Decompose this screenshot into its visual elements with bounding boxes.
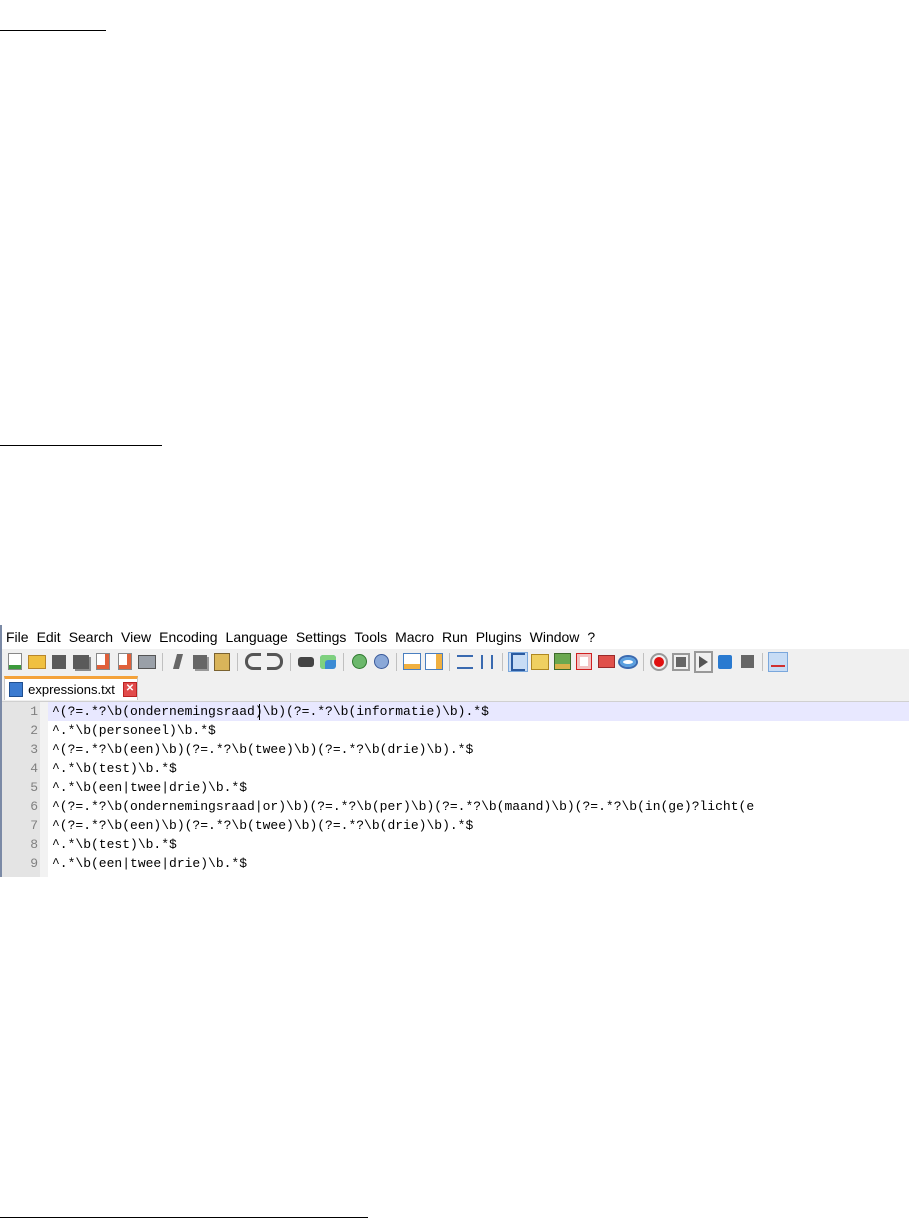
open-file-icon[interactable]: [27, 652, 47, 672]
editor-pane[interactable]: 1 ^(?=.*?\b(ondernemingsraad)\b)(?=.*?\b…: [2, 702, 909, 877]
code-line[interactable]: 2 ^.*\b(personeel)\b.*$: [30, 721, 909, 740]
menu-bar: File Edit Search View Encoding Language …: [2, 625, 909, 649]
line-text: ^.*\b(test)\b.*$: [52, 761, 177, 776]
paste-icon[interactable]: [212, 652, 232, 672]
underline-rule-top: [0, 30, 106, 31]
word-wrap-icon[interactable]: [455, 652, 475, 672]
toolbar-separator: [762, 652, 763, 671]
function-list-icon[interactable]: [574, 652, 594, 672]
playback-macro-icon[interactable]: [693, 650, 713, 673]
line-number: 1: [30, 704, 38, 719]
record-macro-icon[interactable]: [649, 652, 669, 672]
run-macro-multiple-icon[interactable]: [715, 652, 735, 672]
line-number: 9: [30, 856, 38, 871]
close-icon[interactable]: [93, 652, 113, 672]
menu-encoding[interactable]: Encoding: [159, 629, 217, 645]
toolbar-separator: [237, 652, 238, 671]
save-macro-icon[interactable]: [737, 652, 757, 672]
line-text: ^.*\b(een|twee|drie)\b.*$: [52, 780, 248, 795]
line-text: ^(?=.*?\b(ondernemingsraad)\b)(?=.*?\b(i…: [52, 704, 489, 719]
copy-icon[interactable]: [190, 652, 210, 672]
menu-macro[interactable]: Macro: [395, 629, 434, 645]
menu-language[interactable]: Language: [226, 629, 288, 645]
toolbar-separator: [396, 652, 397, 671]
user-language-icon[interactable]: [530, 652, 550, 672]
document-map-icon[interactable]: [552, 652, 572, 672]
close-tab-button[interactable]: ✕: [122, 682, 137, 697]
undo-icon[interactable]: [243, 652, 263, 672]
find-icon[interactable]: [296, 652, 316, 672]
close-all-icon[interactable]: [115, 652, 135, 672]
print-icon[interactable]: [137, 652, 157, 672]
folder-as-workspace-icon[interactable]: [596, 652, 616, 672]
code-area[interactable]: 1 ^(?=.*?\b(ondernemingsraad)\b)(?=.*?\b…: [30, 702, 909, 873]
menu-run[interactable]: Run: [442, 629, 468, 645]
code-line[interactable]: 6 ^(?=.*?\b(ondernemingsraad|or)\b)(?=.*…: [30, 797, 909, 816]
line-number: 2: [30, 723, 38, 738]
toolbar-separator: [162, 652, 163, 671]
tab-expressions-txt[interactable]: expressions.txt ✕: [4, 676, 138, 700]
zoom-out-icon[interactable]: [371, 652, 391, 672]
zoom-in-icon[interactable]: [349, 652, 369, 672]
replace-icon[interactable]: [318, 652, 338, 672]
indent-guide-icon[interactable]: [508, 651, 528, 672]
code-line[interactable]: 5 ^.*\b(een|twee|drie)\b.*$: [30, 778, 909, 797]
spell-check-icon[interactable]: [768, 651, 788, 672]
code-line[interactable]: 4 ^.*\b(test)\b.*$: [30, 759, 909, 778]
save-all-icon[interactable]: [71, 652, 91, 672]
toolbar-separator: [290, 652, 291, 671]
save-icon[interactable]: [49, 652, 69, 672]
toolbar-separator: [643, 652, 644, 671]
notepad-plus-plus-window: File Edit Search View Encoding Language …: [0, 625, 909, 877]
code-line[interactable]: 7 ^(?=.*?\b(een)\b)(?=.*?\b(twee)\b)(?=.…: [30, 816, 909, 835]
text-caret: [259, 704, 260, 720]
stop-recording-icon[interactable]: [671, 652, 691, 672]
line-number: 3: [30, 742, 38, 757]
redo-icon[interactable]: [265, 652, 285, 672]
line-text: ^(?=.*?\b(ondernemingsraad|or)\b)(?=.*?\…: [52, 799, 755, 814]
tab-bar: expressions.txt ✕: [2, 674, 909, 702]
line-text: ^(?=.*?\b(een)\b)(?=.*?\b(twee)\b)(?=.*?…: [52, 818, 474, 833]
menu-file[interactable]: File: [6, 629, 29, 645]
code-line[interactable]: 3 ^(?=.*?\b(een)\b)(?=.*?\b(twee)\b)(?=.…: [30, 740, 909, 759]
toolbar-separator: [449, 652, 450, 671]
monitoring-icon[interactable]: [618, 652, 638, 672]
line-number: 8: [30, 837, 38, 852]
line-number: 4: [30, 761, 38, 776]
tab-filename: expressions.txt: [28, 682, 115, 697]
menu-window[interactable]: Window: [530, 629, 580, 645]
menu-plugins[interactable]: Plugins: [476, 629, 522, 645]
line-text: ^.*\b(een|twee|drie)\b.*$: [52, 856, 248, 871]
line-text: ^.*\b(personeel)\b.*$: [52, 723, 216, 738]
menu-settings[interactable]: Settings: [296, 629, 347, 645]
line-number: 6: [30, 799, 38, 814]
line-number: 7: [30, 818, 38, 833]
menu-tools[interactable]: Tools: [354, 629, 387, 645]
code-line[interactable]: 8 ^.*\b(test)\b.*$: [30, 835, 909, 854]
save-icon: [9, 682, 24, 697]
toolbar-separator: [502, 652, 503, 671]
menu-help[interactable]: ?: [587, 629, 595, 645]
menu-view[interactable]: View: [121, 629, 151, 645]
line-text: ^(?=.*?\b(een)\b)(?=.*?\b(twee)\b)(?=.*?…: [52, 742, 474, 757]
menu-edit[interactable]: Edit: [37, 629, 61, 645]
fold-margin: [40, 702, 48, 877]
sync-vertical-icon[interactable]: [402, 652, 422, 672]
underline-rule-middle: [0, 445, 162, 446]
toolbar: [2, 649, 909, 674]
new-file-icon[interactable]: [5, 652, 25, 672]
code-line[interactable]: 9 ^.*\b(een|twee|drie)\b.*$: [30, 854, 909, 873]
show-all-characters-icon[interactable]: [477, 652, 497, 672]
cut-icon[interactable]: [168, 652, 188, 672]
line-text: ^.*\b(test)\b.*$: [52, 837, 177, 852]
menu-search[interactable]: Search: [69, 629, 113, 645]
line-number: 5: [30, 780, 38, 795]
toolbar-separator: [343, 652, 344, 671]
sync-horizontal-icon[interactable]: [424, 652, 444, 672]
code-line[interactable]: 1 ^(?=.*?\b(ondernemingsraad)\b)(?=.*?\b…: [30, 702, 909, 721]
